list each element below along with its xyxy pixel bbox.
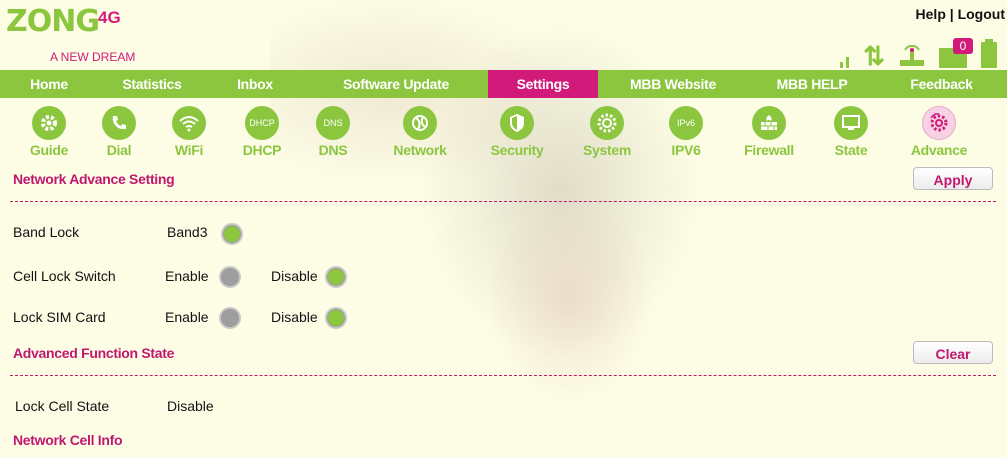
band-lock-label: Band Lock (13, 224, 80, 240)
phone-icon (102, 106, 136, 140)
logo-text: ZONG (6, 4, 100, 39)
help-link[interactable]: Help (916, 6, 946, 22)
advance-gear-icon (922, 106, 956, 140)
subnav-wifi[interactable]: WiFi (149, 106, 229, 158)
subnav-network[interactable]: Network (380, 106, 460, 158)
dns-icon: DNS (316, 106, 350, 140)
section-divider (10, 201, 996, 202)
data-transfer-icon: ⇅ (863, 41, 885, 71)
background-photo (270, 0, 790, 457)
subnav-ipv6[interactable]: IPv6 IPV6 (646, 106, 726, 158)
unread-count-badge: 0 (953, 38, 973, 54)
subnav-advance[interactable]: Advance (899, 106, 979, 158)
network-advance-setting-title: Network Advance Setting (13, 171, 175, 187)
subnav-state[interactable]: State (811, 106, 891, 158)
advanced-function-state-title: Advanced Function State (13, 345, 175, 361)
logout-link[interactable]: Logout (958, 6, 1005, 22)
cell-lock-enable-radio[interactable] (219, 266, 241, 288)
subnav-dial[interactable]: Dial (79, 106, 159, 158)
band-lock-radio[interactable] (221, 223, 243, 245)
cell-lock-switch-label: Cell Lock Switch (13, 268, 116, 284)
firewall-icon (752, 106, 786, 140)
main-nav: Home Statistics Inbox Software Update Se… (0, 70, 1007, 98)
sim-lock-enable-radio[interactable] (219, 307, 241, 329)
subnav-label: DNS (318, 142, 348, 158)
system-gear-icon (590, 106, 624, 140)
apply-button[interactable]: Apply (913, 167, 993, 190)
subnav-security[interactable]: Security (477, 106, 557, 158)
ipv6-icon: IPv6 (669, 106, 703, 140)
nav-settings[interactable]: Settings (488, 70, 598, 98)
nav-statistics[interactable]: Statistics (98, 70, 206, 98)
monitor-icon (834, 106, 868, 140)
subnav-system[interactable]: System (567, 106, 647, 158)
nav-mbb-help[interactable]: MBB HELP (748, 70, 876, 98)
nav-software-update[interactable]: Software Update (304, 70, 488, 98)
cell-lock-disable-radio[interactable] (325, 266, 347, 288)
nav-mbb-website[interactable]: MBB Website (598, 70, 748, 98)
logo-tagline: A NEW DREAM (50, 50, 136, 64)
sim-lock-disable-radio[interactable] (325, 307, 347, 329)
cell-lock-enable-label: Enable (165, 268, 209, 284)
gear-icon (32, 106, 66, 140)
subnav-dns[interactable]: DNS DNS (293, 106, 373, 158)
subnav-firewall[interactable]: Firewall (729, 106, 809, 158)
dhcp-icon: DHCP (245, 106, 279, 140)
inbox-icon[interactable]: 0 (939, 38, 973, 68)
subnav-label: WiFi (174, 142, 204, 158)
logo-4g: 4G (98, 8, 121, 27)
shield-icon (500, 106, 534, 140)
section-divider (10, 375, 996, 376)
lock-cell-state-value: Disable (167, 398, 214, 414)
subnav-label: Dial (106, 142, 132, 158)
sim-lock-disable-label: Disable (271, 309, 318, 325)
sim-lock-enable-label: Enable (165, 309, 209, 325)
subnav-label: Guide (29, 142, 69, 158)
cell-lock-disable-label: Disable (271, 268, 318, 284)
signal-strength-icon (840, 48, 850, 68)
subnav-label: DHCP (242, 142, 282, 158)
lock-cell-state-label: Lock Cell State (15, 398, 110, 414)
battery-icon (981, 39, 997, 68)
nav-feedback[interactable]: Feedback (876, 70, 1007, 98)
router-icon (899, 44, 925, 68)
nav-home[interactable]: Home (0, 70, 98, 98)
link-separator: | (945, 6, 958, 22)
subnav-label: IPV6 (671, 142, 701, 158)
nav-inbox[interactable]: Inbox (206, 70, 304, 98)
network-cell-info-title: Network Cell Info (13, 432, 123, 448)
subnav-label: Network (393, 142, 447, 158)
subnav-label: Security (490, 142, 544, 158)
lock-sim-card-label: Lock SIM Card (13, 309, 106, 325)
band-lock-value: Band3 (167, 224, 208, 240)
top-links: Help | Logout (916, 6, 1005, 22)
subnav-label: Firewall (744, 142, 794, 158)
status-bar: ⇅ 0 (840, 38, 997, 71)
zong-logo: ZONG 4G A NEW DREAM (6, 4, 135, 64)
subnav-label: State (834, 142, 868, 158)
network-icon (403, 106, 437, 140)
clear-button[interactable]: Clear (913, 341, 993, 364)
subnav-dhcp[interactable]: DHCP DHCP (222, 106, 302, 158)
wifi-icon (172, 106, 206, 140)
subnav-label: System (582, 142, 631, 158)
subnav-guide[interactable]: Guide (9, 106, 89, 158)
subnav-label: Advance (910, 142, 968, 158)
